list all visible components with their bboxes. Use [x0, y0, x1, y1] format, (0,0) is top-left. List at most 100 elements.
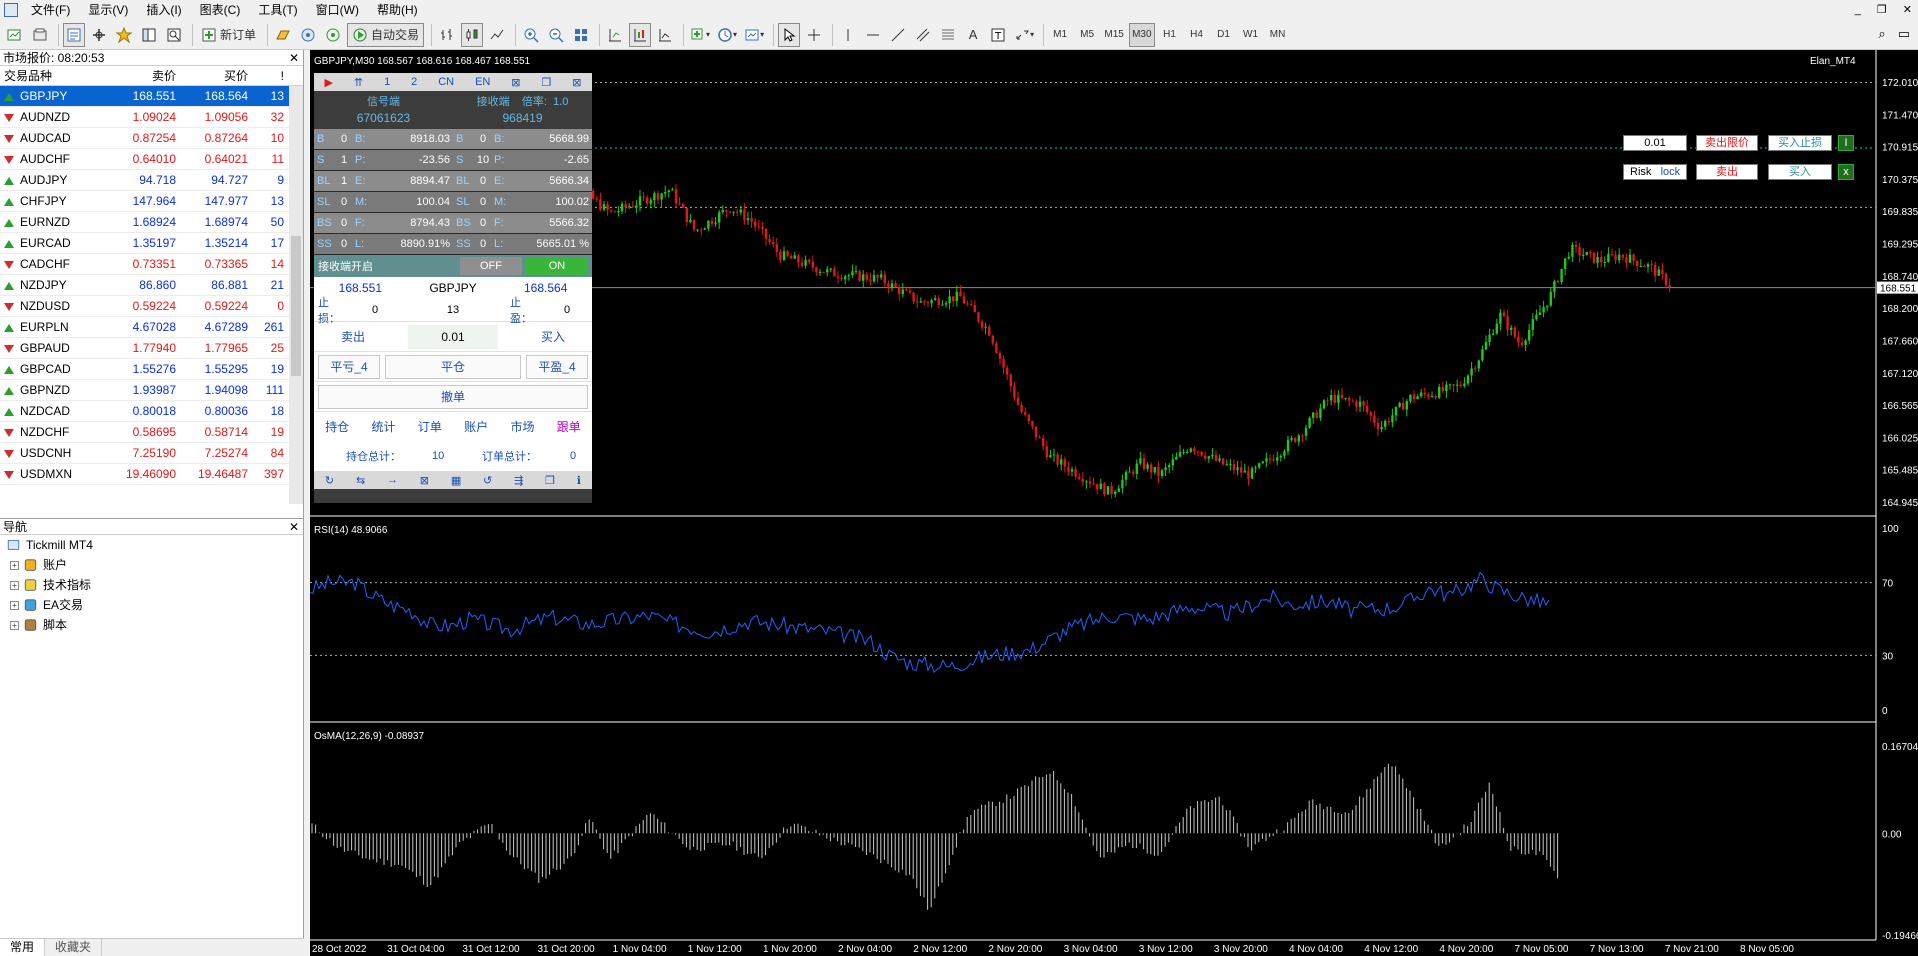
panel-bottom-icon-1[interactable]: ⇆	[356, 474, 365, 487]
panel-tool-icon-3[interactable]: 2	[411, 76, 417, 88]
risk-lock-box[interactable]: Risk lock	[1623, 164, 1687, 180]
signals-icon[interactable]	[322, 23, 344, 47]
horizontal-line-icon[interactable]	[862, 23, 884, 47]
navigator-item-2[interactable]: + EA交易	[0, 595, 303, 615]
minimize-icon[interactable]: _	[1855, 0, 1861, 20]
expand-icon[interactable]: +	[10, 600, 19, 610]
fibonacci-icon[interactable]	[937, 23, 959, 47]
quick-lot-input[interactable]: 0.01	[1623, 135, 1687, 151]
menu-item-6[interactable]: 帮助(H)	[368, 0, 427, 20]
symbol-row-eurcad[interactable]: EURCAD 1.35197 1.35214 17	[0, 233, 303, 254]
menu-item-5[interactable]: 窗口(W)	[307, 0, 368, 20]
symbol-row-chfjpy[interactable]: CHFJPY 147.964 147.977 13	[0, 191, 303, 212]
column-header[interactable]: 交易品种	[0, 66, 108, 86]
symbol-row-nzdcad[interactable]: NZDCAD 0.80018 0.80036 18	[0, 401, 303, 422]
panel-tool-icon-2[interactable]: 1	[384, 76, 390, 88]
off-button[interactable]: OFF	[460, 257, 522, 275]
market-watch-icon[interactable]	[63, 22, 85, 47]
bottom-tab-1[interactable]: 收藏夹	[45, 939, 103, 956]
candlestick-icon[interactable]	[461, 22, 484, 47]
text-icon[interactable]: A	[962, 23, 984, 47]
close-profit-button[interactable]: 平盈_4	[526, 354, 588, 379]
auto-trading-button[interactable]: 自动交易	[347, 22, 425, 47]
menu-item-3[interactable]: 图表(C)	[191, 0, 250, 20]
timeframe-m5[interactable]: M5	[1075, 23, 1099, 47]
panel-tab-2[interactable]: 订单	[418, 418, 442, 435]
panel-tool-icon-0[interactable]: ▶	[324, 76, 332, 89]
arrows-icon[interactable]: ▾	[1012, 23, 1036, 47]
symbol-row-audjpy[interactable]: AUDJPY 94.718 94.727 9	[0, 170, 303, 191]
panel-tab-3[interactable]: 账户	[464, 418, 488, 435]
bar-chart-icon[interactable]	[436, 23, 458, 47]
symbol-row-nzdchf[interactable]: NZDCHF 0.58695 0.58714 19	[0, 422, 303, 443]
menu-item-1[interactable]: 显示(V)	[79, 0, 137, 20]
symbol-row-nzdjpy[interactable]: NZDJPY 86.860 86.881 21	[0, 275, 303, 296]
panel-bottom-icon-6[interactable]: ⇶	[514, 474, 523, 487]
cursor-icon[interactable]	[778, 22, 801, 47]
options-icon[interactable]	[297, 23, 319, 47]
panel-tab-4[interactable]: 市场	[510, 418, 534, 435]
panel-bottom-icon-5[interactable]: ↺	[483, 474, 492, 487]
navigator-root[interactable]: Tickmill MT4	[0, 535, 303, 555]
navigator-icon[interactable]	[113, 23, 135, 47]
expand-icon[interactable]: +	[10, 560, 19, 570]
panel-bottom-icon-8[interactable]: ℹ	[577, 474, 581, 487]
panel-tab-1[interactable]: 统计	[371, 418, 395, 435]
quick-sell-button[interactable]: 卖出	[1696, 164, 1758, 180]
terminal-icon[interactable]	[138, 23, 160, 47]
panel-tool-icon-1[interactable]: ⇈	[354, 76, 363, 89]
zoom-out-icon[interactable]	[545, 23, 567, 47]
panel-tool-icon-8[interactable]: ⊠	[572, 76, 581, 89]
timeframe-h1[interactable]: H1	[1158, 23, 1182, 47]
column-header[interactable]: 卖价	[108, 66, 180, 86]
bottom-tab-0[interactable]: 常用	[0, 939, 46, 956]
panel-bottom-icon-4[interactable]: ▦	[451, 474, 461, 487]
panel-tool-icon-6[interactable]: ⊠	[511, 76, 520, 89]
strategy-tester-icon[interactable]	[163, 23, 185, 47]
tile-windows-icon[interactable]	[570, 23, 592, 47]
trendline-icon[interactable]	[887, 23, 909, 47]
symbol-row-cadchf[interactable]: CADCHF 0.73351 0.73365 14	[0, 254, 303, 275]
close-icon[interactable]: ✕	[289, 50, 299, 66]
buy-button[interactable]: 买入	[518, 328, 588, 345]
period-separators-icon[interactable]	[654, 23, 676, 47]
timeframe-m15[interactable]: M15	[1102, 23, 1126, 47]
restore-icon[interactable]: ❐	[1877, 0, 1887, 20]
column-header[interactable]: 买价	[180, 66, 252, 86]
panel-tool-icon-7[interactable]: ❐	[541, 76, 551, 89]
panel-bottom-icon-7[interactable]: ❐	[545, 474, 555, 487]
cancel-orders-button[interactable]: 撤单	[318, 384, 588, 409]
sell-button[interactable]: 卖出	[318, 328, 388, 345]
chart-shift-icon[interactable]	[604, 23, 626, 47]
timeframe-mn[interactable]: MN	[1266, 23, 1290, 47]
text-label-icon[interactable]: T	[987, 23, 1009, 47]
symbol-row-nzdusd[interactable]: NZDUSD 0.59224 0.59224 0	[0, 296, 303, 317]
periods-icon[interactable]: ▾	[715, 23, 739, 47]
menu-item-4[interactable]: 工具(T)	[249, 0, 306, 20]
data-window-icon[interactable]	[88, 23, 110, 47]
symbol-row-eurpln[interactable]: EURPLN 4.67028 4.67289 261	[0, 317, 303, 338]
panel-bottom-icon-0[interactable]: ↻	[325, 474, 334, 487]
new-order-button[interactable]: 新订单	[197, 23, 260, 47]
new-chart-icon[interactable]	[4, 23, 26, 47]
close-quick-button[interactable]: x	[1838, 164, 1854, 180]
chat-icon[interactable]: ▭	[1898, 26, 1910, 42]
vertical-line-icon[interactable]	[837, 23, 859, 47]
panel-tab-5[interactable]: 跟单	[557, 418, 581, 435]
stop-loss-input[interactable]: 0	[350, 304, 400, 316]
close-icon[interactable]: ✕	[289, 519, 299, 535]
timeframe-d1[interactable]: D1	[1212, 23, 1236, 47]
panel-bottom-icon-3[interactable]: ⊠	[420, 474, 429, 487]
symbol-row-audchf[interactable]: AUDCHF 0.64010 0.64021 11	[0, 149, 303, 170]
quick-buy-button[interactable]: 买入	[1768, 164, 1832, 180]
symbol-row-audcad[interactable]: AUDCAD 0.87254 0.87264 10	[0, 128, 303, 149]
templates-icon[interactable]: ▾	[742, 23, 766, 47]
panel-tool-icon-5[interactable]: EN	[475, 76, 490, 88]
timeframe-m1[interactable]: M1	[1048, 23, 1072, 47]
timeframe-m30[interactable]: M30	[1129, 22, 1155, 47]
symbol-row-gbpaud[interactable]: GBPAUD 1.77940 1.77965 25	[0, 338, 303, 359]
expand-icon[interactable]: +	[10, 580, 19, 590]
metaeditor-icon[interactable]	[272, 23, 294, 47]
menu-item-0[interactable]: 文件(F)	[22, 0, 79, 20]
search-icon[interactable]: ⌕	[1878, 26, 1885, 42]
